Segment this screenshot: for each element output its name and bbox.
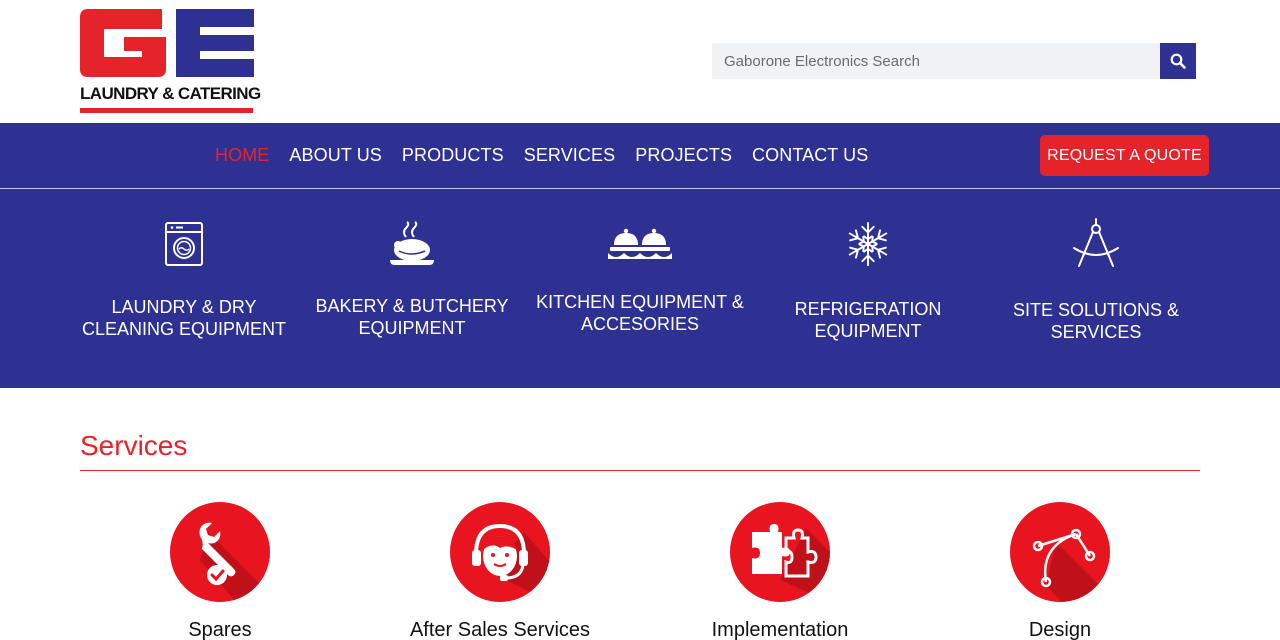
logo-underline bbox=[80, 108, 253, 113]
category-label-line: KITCHEN EQUIPMENT & bbox=[536, 292, 744, 312]
puzzle-icon bbox=[752, 524, 830, 602]
search-input[interactable] bbox=[712, 43, 1160, 79]
category-label: REFRIGERATION EQUIPMENT bbox=[754, 298, 982, 342]
category-kitchen[interactable]: KITCHEN EQUIPMENT & ACCESORIES bbox=[526, 189, 754, 388]
category-bakery[interactable]: BAKERY & BUTCHERY EQUIPMENT bbox=[298, 189, 526, 388]
nav-projects[interactable]: PROJECTS bbox=[635, 145, 732, 166]
search-button[interactable] bbox=[1160, 43, 1196, 79]
service-after-sales[interactable]: After Sales Services bbox=[360, 502, 640, 640]
snowflake-icon bbox=[845, 221, 891, 267]
bezier-curve-icon bbox=[1032, 528, 1110, 602]
service-implementation[interactable]: Implementation bbox=[640, 502, 920, 640]
category-laundry[interactable]: LAUNDRY & DRY CLEANING EQUIPMENT bbox=[70, 189, 298, 388]
service-icon-circle bbox=[170, 502, 270, 602]
logo-text: LAUNDRY & CATERING bbox=[80, 84, 261, 103]
category-label-line: EQUIPMENT bbox=[358, 318, 466, 338]
nav-home[interactable]: HOME bbox=[215, 145, 269, 166]
main-nav: HOME ABOUT US PRODUCTS SERVICES PROJECTS… bbox=[0, 123, 1280, 188]
site-header: LAUNDRY & CATERING bbox=[0, 0, 1280, 123]
category-label: BAKERY & BUTCHERY EQUIPMENT bbox=[298, 295, 526, 339]
category-label: KITCHEN EQUIPMENT & ACCESORIES bbox=[526, 291, 754, 335]
cloche-icon bbox=[608, 228, 672, 259]
service-spares[interactable]: Spares bbox=[80, 502, 360, 640]
category-label-line: LAUNDRY & DRY bbox=[111, 297, 257, 317]
service-label: Spares bbox=[188, 619, 252, 640]
wrench-icon bbox=[199, 522, 270, 602]
search-icon bbox=[1170, 53, 1186, 69]
category-label-line: BAKERY & BUTCHERY bbox=[315, 296, 509, 316]
category-label-line: ACCESORIES bbox=[580, 314, 700, 334]
category-label-line: SERVICES bbox=[1050, 322, 1142, 342]
category-label: SITE SOLUTIONS & SERVICES bbox=[982, 299, 1210, 343]
service-label: Design bbox=[1028, 619, 1092, 640]
service-icon-circle bbox=[1010, 502, 1110, 602]
nav-links: HOME ABOUT US PRODUCTS SERVICES PROJECTS… bbox=[215, 123, 888, 188]
services-heading: Services bbox=[80, 430, 188, 461]
category-label-line: REFRIGERATION bbox=[794, 299, 942, 319]
request-quote-button[interactable]: REQUEST A QUOTE bbox=[1040, 135, 1209, 176]
nav-about-us[interactable]: ABOUT US bbox=[289, 145, 382, 166]
service-label: Implementation bbox=[711, 619, 849, 640]
service-design[interactable]: Design bbox=[920, 502, 1200, 640]
category-site-solutions[interactable]: SITE SOLUTIONS & SERVICES bbox=[982, 189, 1210, 388]
nav-contact-us[interactable]: CONTACT US bbox=[752, 145, 868, 166]
roast-dish-icon bbox=[390, 221, 434, 265]
nav-services[interactable]: SERVICES bbox=[524, 145, 616, 166]
category-label-line: SITE SOLUTIONS & bbox=[1012, 300, 1180, 320]
category-label-line: EQUIPMENT bbox=[814, 321, 922, 341]
category-label: LAUNDRY & DRY CLEANING EQUIPMENT bbox=[70, 296, 298, 340]
category-label-line: CLEANING EQUIPMENT bbox=[81, 319, 287, 339]
service-label: After Sales Services bbox=[409, 619, 591, 640]
headset-support-icon bbox=[472, 523, 550, 602]
washing-machine-icon bbox=[165, 222, 203, 266]
service-icon-circle bbox=[730, 502, 830, 602]
logo-mark bbox=[80, 9, 254, 77]
nav-products[interactable]: PRODUCTS bbox=[402, 145, 504, 166]
category-bar: LAUNDRY & DRY CLEANING EQUIPMENT BAKERY … bbox=[0, 189, 1280, 388]
site-search bbox=[712, 43, 1196, 79]
category-refrigeration[interactable]: REFRIGERATION EQUIPMENT bbox=[754, 189, 982, 388]
service-icon-circle bbox=[450, 502, 550, 602]
compass-icon bbox=[1073, 218, 1119, 267]
services-divider bbox=[80, 470, 1200, 471]
company-logo[interactable]: LAUNDRY & CATERING bbox=[80, 9, 261, 114]
